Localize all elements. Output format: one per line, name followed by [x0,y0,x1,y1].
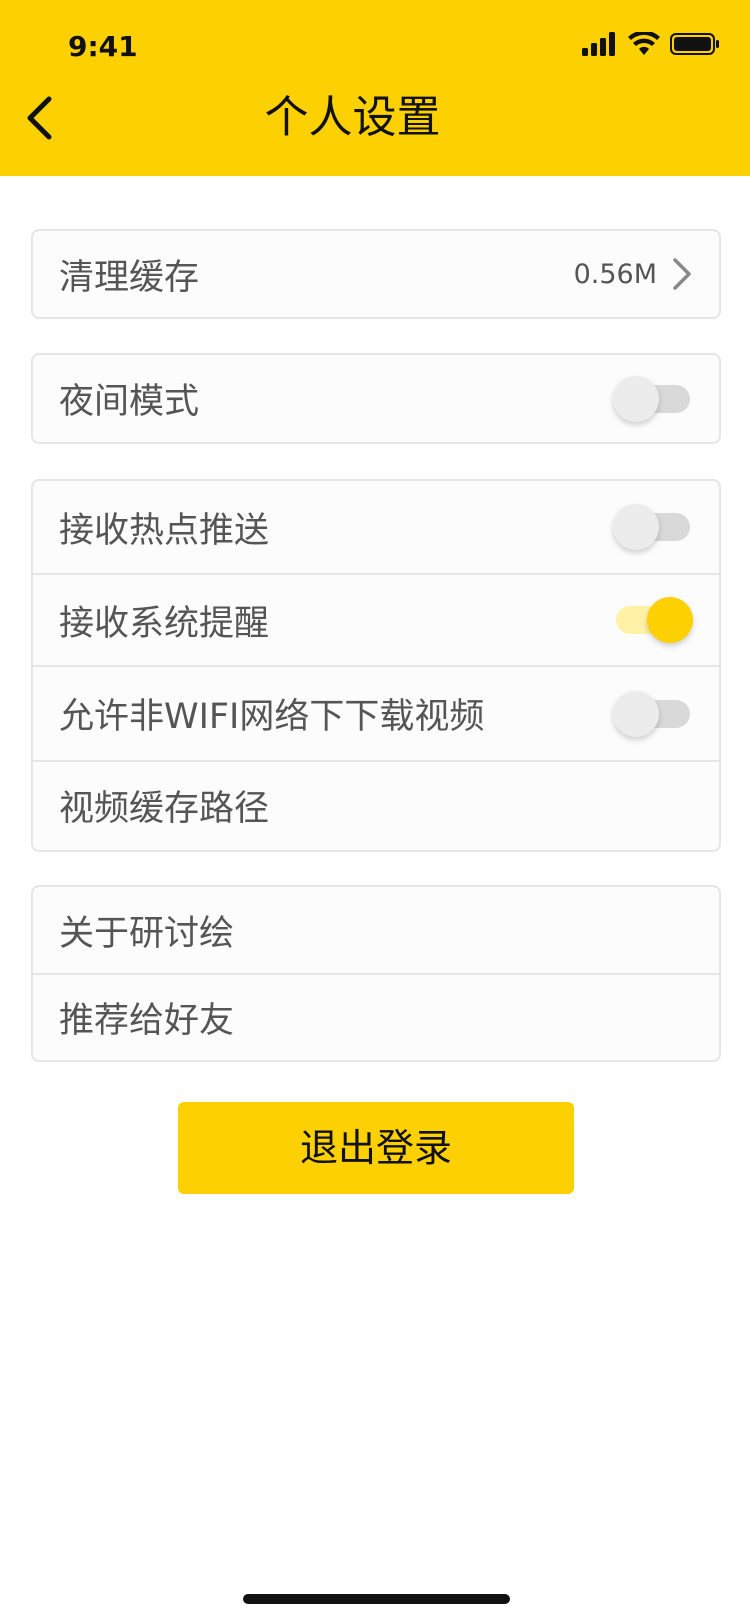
video-cache-path-row[interactable]: 视频缓存路径 [33,760,719,848]
hot-push-label: 接收热点推送 [59,510,270,551]
non-wifi-download-toggle[interactable] [613,690,693,737]
battery-icon [670,33,719,55]
signal-icon [582,32,615,56]
hot-push-toggle[interactable] [613,504,693,550]
non-wifi-download-row: 允许非WIFI网络下下载视频 [33,665,719,760]
cache-size-value: 0.56M [573,258,657,290]
notification-card: 接收热点推送 接收系统提醒 允许非WIFI网络下下载视频 视频缓存路径 [31,479,721,852]
recommend-label: 推荐给好友 [59,1001,235,1041]
system-alert-label: 接收系统提醒 [59,603,270,644]
about-card: 关于研讨绘 推荐给好友 [31,885,721,1062]
night-mode-card: 夜间模式 [31,353,721,444]
night-mode-label: 夜间模式 [59,382,200,422]
hot-push-row: 接收热点推送 [33,481,719,573]
toggle-thumb [613,690,659,737]
about-label: 关于研讨绘 [59,913,235,954]
app-header: 9:41 个人设置 [0,0,750,176]
page-title: 个人设置 [264,92,441,143]
logout-button[interactable]: 退出登录 [178,1102,574,1194]
clear-cache-row[interactable]: 清理缓存 0.56M [33,231,719,317]
about-row[interactable]: 关于研讨绘 [33,887,719,973]
recommend-row[interactable]: 推荐给好友 [33,973,719,1060]
clear-cache-label: 清理缓存 [59,257,200,298]
non-wifi-download-label: 允许非WIFI网络下下载视频 [59,697,485,737]
status-icons [582,32,720,56]
system-alert-row: 接收系统提醒 [33,573,719,665]
wifi-icon [628,32,660,55]
video-cache-path-label: 视频缓存路径 [59,788,270,829]
chevron-right-icon [673,258,691,290]
night-mode-toggle[interactable] [613,375,693,422]
status-time: 9:41 [68,30,138,63]
clear-cache-card: 清理缓存 0.56M [31,229,721,319]
home-indicator [243,1594,510,1604]
night-mode-row: 夜间模式 [33,355,719,442]
toggle-thumb [647,597,693,643]
system-alert-toggle[interactable] [613,597,693,643]
toggle-thumb [613,504,659,550]
toggle-thumb [613,375,659,422]
